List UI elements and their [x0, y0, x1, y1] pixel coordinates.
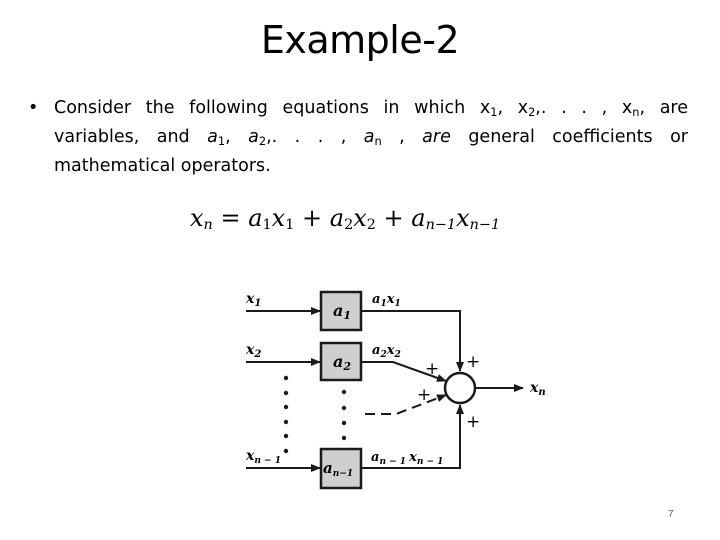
ellipsis-dots-boxes — [341, 389, 347, 441]
product-label-1: a1x1 — [372, 292, 401, 309]
ellipsis-dot — [341, 420, 347, 426]
ellipsis-dots-inputs — [283, 375, 289, 454]
input-label-1: x1 — [245, 291, 261, 309]
ellipsis-dot — [283, 375, 289, 381]
ellipsis-dot — [283, 390, 289, 396]
product-label-n-1: an − 1 xn − 1 — [371, 450, 443, 467]
ellipsis-dot — [283, 433, 289, 439]
block-diagram: x1 x2 xn − 1 a1 a2 an−1 a1x1 a2x2 an − 1… — [245, 290, 546, 490]
sign-plus-bottom: + — [466, 412, 480, 432]
product-label-2: a2x2 — [372, 343, 401, 360]
summing-junction — [443, 371, 477, 405]
output-label: xn — [529, 380, 546, 398]
ellipsis-dot — [341, 435, 347, 441]
ellipsis-dot — [341, 405, 347, 411]
input-label-2: x2 — [245, 342, 261, 360]
input-label-n-1: xn − 1 — [245, 448, 281, 466]
page-number: 7 — [668, 509, 674, 520]
path-dashed — [365, 394, 447, 415]
sign-plus-dashed: + — [417, 385, 431, 405]
sign-plus-path2: + — [425, 359, 439, 379]
ellipsis-dot — [283, 404, 289, 410]
ellipsis-dot — [341, 389, 347, 395]
ellipsis-dot — [283, 448, 289, 454]
sign-plus-top: + — [466, 352, 480, 372]
ellipsis-dot — [283, 419, 289, 425]
